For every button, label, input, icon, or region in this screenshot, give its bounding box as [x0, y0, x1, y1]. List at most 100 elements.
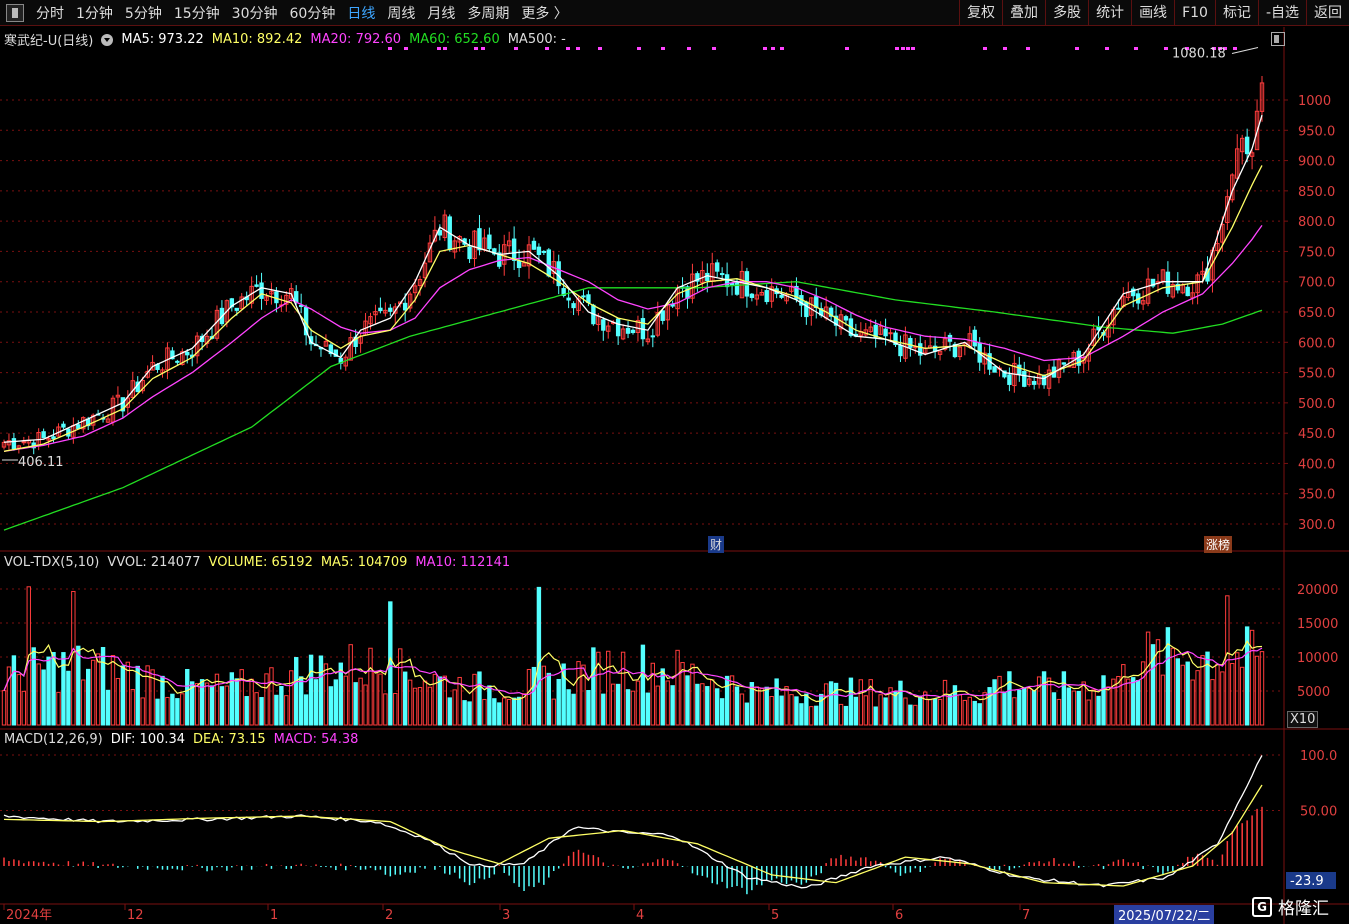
candle-body — [1165, 271, 1171, 294]
volume-bar — [51, 652, 56, 726]
volume-bar — [898, 680, 903, 726]
volume-bar — [269, 667, 274, 726]
candlesticks — [1, 76, 1265, 455]
volume-bar — [972, 700, 977, 726]
volume-bar — [1180, 664, 1185, 726]
volume-value: VOLUME: 65192 — [208, 555, 313, 570]
volume-bar — [521, 693, 527, 726]
financial-report-badge[interactable]: 财 — [708, 536, 725, 553]
price-tick-label: 700.0 — [1298, 276, 1335, 291]
volume-bar — [175, 698, 180, 726]
volume-bar — [180, 693, 185, 726]
ma500-marker — [576, 47, 580, 50]
volume-bar — [908, 704, 913, 726]
volume-bar — [155, 698, 160, 726]
volume-bars — [1, 586, 1265, 726]
volume-bar — [1031, 690, 1037, 726]
volume-bar — [660, 668, 665, 726]
ma500-marker — [906, 47, 910, 50]
volume-bar — [333, 679, 339, 726]
volume-bar — [462, 700, 467, 726]
volume-bar — [962, 699, 968, 726]
volume-bar — [452, 689, 457, 726]
candle-body — [259, 282, 264, 299]
vol-ma10-value: MA10: 112141 — [415, 555, 511, 570]
volume-bar — [1145, 631, 1151, 726]
volume-bar — [1190, 679, 1195, 726]
volume-bar — [1239, 666, 1245, 726]
volume-bar — [729, 675, 735, 726]
volume-bar — [1160, 674, 1166, 726]
volume-bar — [1007, 671, 1012, 726]
volume-bar — [848, 677, 854, 726]
candle-body — [729, 282, 735, 286]
volume-bar — [556, 678, 561, 726]
volume-bar — [1121, 664, 1126, 726]
volume-bar — [705, 686, 710, 726]
kline-chart[interactable]: 1000 950.0 900.0 850.0 800.0 750.0 700.0 650.0 6… — [0, 0, 1349, 924]
volume-bar — [427, 686, 433, 726]
volume-bar — [804, 693, 809, 726]
volume-bar — [1165, 627, 1171, 726]
candle-body — [1007, 374, 1012, 385]
price-tick-label: 500.0 — [1298, 397, 1335, 412]
volume-bar — [913, 704, 918, 726]
macd-title: MACD(12,26,9) — [4, 732, 103, 747]
volume-bar — [6, 666, 12, 726]
volume-bar — [1135, 679, 1141, 726]
candle-body — [1061, 362, 1067, 365]
volume-bar — [863, 695, 868, 726]
volume-bar — [165, 696, 170, 726]
volume-bar — [754, 686, 760, 726]
volume-bar — [942, 679, 948, 726]
price-tick-label: 750.0 — [1298, 245, 1335, 260]
indicator-dropdown-icon[interactable] — [101, 33, 114, 46]
volume-bar — [407, 679, 413, 726]
watermark-logo-icon: G — [1252, 896, 1272, 917]
layout-toggle-icon[interactable] — [1271, 32, 1285, 46]
volume-bar — [744, 702, 750, 726]
volume-bar — [378, 673, 383, 726]
volume-bar — [289, 670, 294, 726]
volume-bar — [576, 661, 581, 726]
macd-tick-label: 50.00 — [1300, 805, 1337, 820]
candle-body — [888, 332, 893, 335]
candle-body — [274, 291, 279, 304]
volume-bar — [358, 677, 363, 726]
volume-bar — [477, 671, 482, 726]
volume-bar — [506, 698, 512, 726]
volume-bar — [858, 679, 864, 726]
volume-bar — [675, 649, 680, 726]
candle-body — [294, 291, 299, 303]
candle-body — [1116, 307, 1121, 310]
volume-tick-label: 20000 — [1297, 583, 1338, 598]
candle-body — [749, 293, 755, 298]
volume-bar — [739, 693, 745, 726]
top-gainers-badge[interactable]: 涨榜 — [1204, 536, 1233, 553]
volume-bar — [1076, 690, 1081, 726]
volume-bar — [41, 669, 46, 726]
candle-body — [1017, 364, 1022, 376]
volume-bar — [36, 663, 41, 726]
candle-body — [467, 246, 472, 260]
volume-bar — [635, 680, 641, 726]
volume-bar — [1091, 689, 1096, 726]
volume-bar — [264, 673, 269, 726]
volume-bar — [987, 687, 992, 726]
candle-body — [378, 307, 383, 312]
volume-bar — [1041, 671, 1047, 726]
volume-bar — [541, 665, 547, 726]
volume-bar — [279, 686, 284, 726]
volume-bar — [759, 688, 764, 726]
vol-title: VOL-TDX(5,10) — [4, 555, 100, 570]
candle-body — [724, 274, 730, 288]
high-price-label: 1080.18 — [1172, 47, 1226, 62]
volume-bar — [194, 683, 200, 726]
volume-bar — [566, 689, 571, 726]
candle-body — [51, 436, 56, 440]
candle-body — [630, 329, 636, 334]
candle-body — [1244, 136, 1250, 155]
volume-bar — [284, 695, 289, 726]
volume-bar — [1002, 691, 1007, 726]
price-tick-label: 950.0 — [1298, 124, 1335, 139]
